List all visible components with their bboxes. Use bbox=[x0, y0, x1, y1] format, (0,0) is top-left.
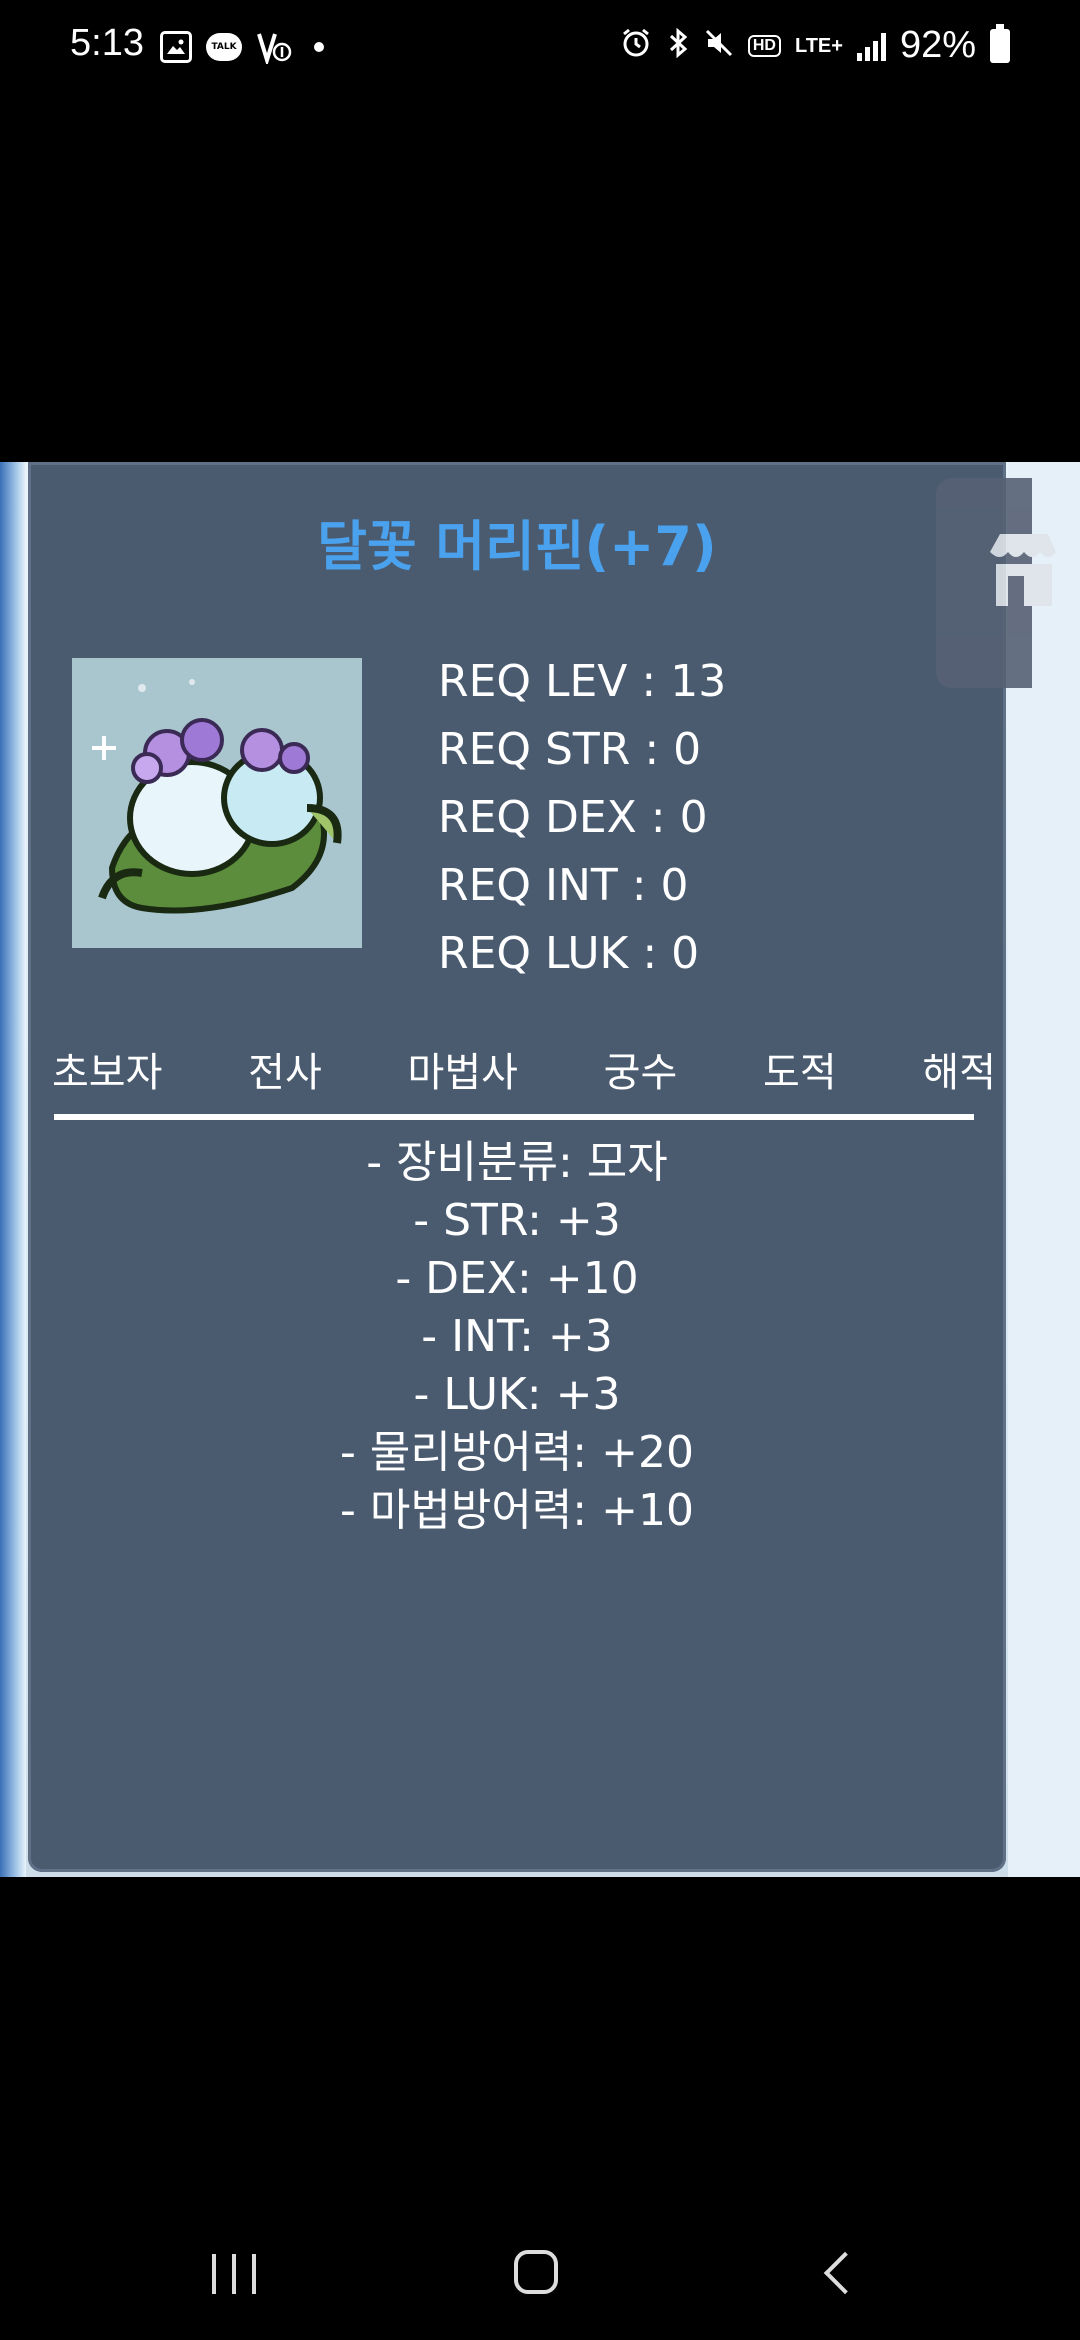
hd-icon: HD bbox=[747, 34, 781, 57]
signal-icon bbox=[856, 31, 886, 61]
job-warrior: 전사 bbox=[248, 1050, 322, 1096]
shop-button[interactable] bbox=[936, 478, 1056, 688]
bluetooth-icon bbox=[666, 27, 690, 64]
lte-icon: LTE+ bbox=[794, 34, 843, 57]
gallery-icon bbox=[160, 31, 192, 63]
item-title: 달꽃 머리핀(+7) bbox=[317, 515, 717, 578]
vpn-icon bbox=[256, 30, 292, 64]
job-class-list: 초보자 전사 마법사 궁수 도적 해적 bbox=[44, 1040, 1004, 1098]
item-tooltip-panel: 달꽃 머리핀(+7) REQ LEV : 13 REQ STR : 0 REQ … bbox=[28, 462, 1056, 1872]
battery-icon bbox=[990, 23, 1010, 63]
stat-int: - INT: +3 bbox=[421, 1311, 613, 1362]
notification-icons: TALK bbox=[160, 30, 324, 64]
req-level: REQ LEV : 13 bbox=[438, 656, 727, 707]
item-hairpin-image bbox=[72, 658, 362, 948]
item-stats: - 장비분류: 모자 - STR: +3 - DEX: +10 - INT: +… bbox=[28, 1134, 1006, 1540]
navigation-bar bbox=[0, 2210, 1080, 2340]
req-int: REQ INT : 0 bbox=[438, 860, 689, 911]
job-thief: 도적 bbox=[763, 1050, 837, 1096]
status-time: 5:13 bbox=[70, 22, 144, 64]
job-pirate: 해적 bbox=[922, 1050, 996, 1096]
job-beginner: 초보자 bbox=[52, 1050, 163, 1096]
home-button[interactable] bbox=[514, 2250, 558, 2294]
back-button[interactable] bbox=[823, 2251, 867, 2295]
stat-equip-type: - 장비분류: 모자 bbox=[366, 1137, 668, 1188]
kakaotalk-icon: TALK bbox=[206, 33, 242, 61]
requirements-list: REQ LEV : 13 REQ STR : 0 REQ DEX : 0 REQ… bbox=[438, 648, 726, 988]
alarm-icon bbox=[620, 27, 652, 64]
mute-icon bbox=[704, 28, 734, 63]
divider bbox=[54, 1114, 974, 1120]
left-window-edge bbox=[0, 462, 26, 1877]
req-dex: REQ DEX : 0 bbox=[438, 792, 708, 843]
game-screen: 달꽃 머리핀(+7) REQ LEV : 13 REQ STR : 0 REQ … bbox=[0, 462, 1080, 1877]
req-luk: REQ LUK : 0 bbox=[438, 928, 700, 979]
more-dot-icon bbox=[314, 42, 324, 52]
stat-dex: - DEX: +10 bbox=[395, 1253, 639, 1304]
req-str: REQ STR : 0 bbox=[438, 724, 702, 775]
recent-apps-button[interactable] bbox=[212, 2254, 256, 2294]
shop-icon bbox=[990, 534, 1056, 606]
status-bar: 5:13 TALK HD LTE+ 92% bbox=[0, 0, 1080, 100]
system-icons: HD LTE+ 92% bbox=[620, 23, 1010, 67]
stat-physical-defense: - 물리방어력: +20 bbox=[340, 1427, 694, 1478]
stat-magic-defense: - 마법방어력: +10 bbox=[340, 1485, 694, 1536]
battery-percentage: 92% bbox=[899, 24, 976, 66]
stat-luk: - LUK: +3 bbox=[413, 1369, 621, 1420]
job-magician: 마법사 bbox=[407, 1050, 518, 1096]
stat-str: - STR: +3 bbox=[413, 1195, 621, 1246]
job-bowman: 궁수 bbox=[603, 1050, 678, 1096]
